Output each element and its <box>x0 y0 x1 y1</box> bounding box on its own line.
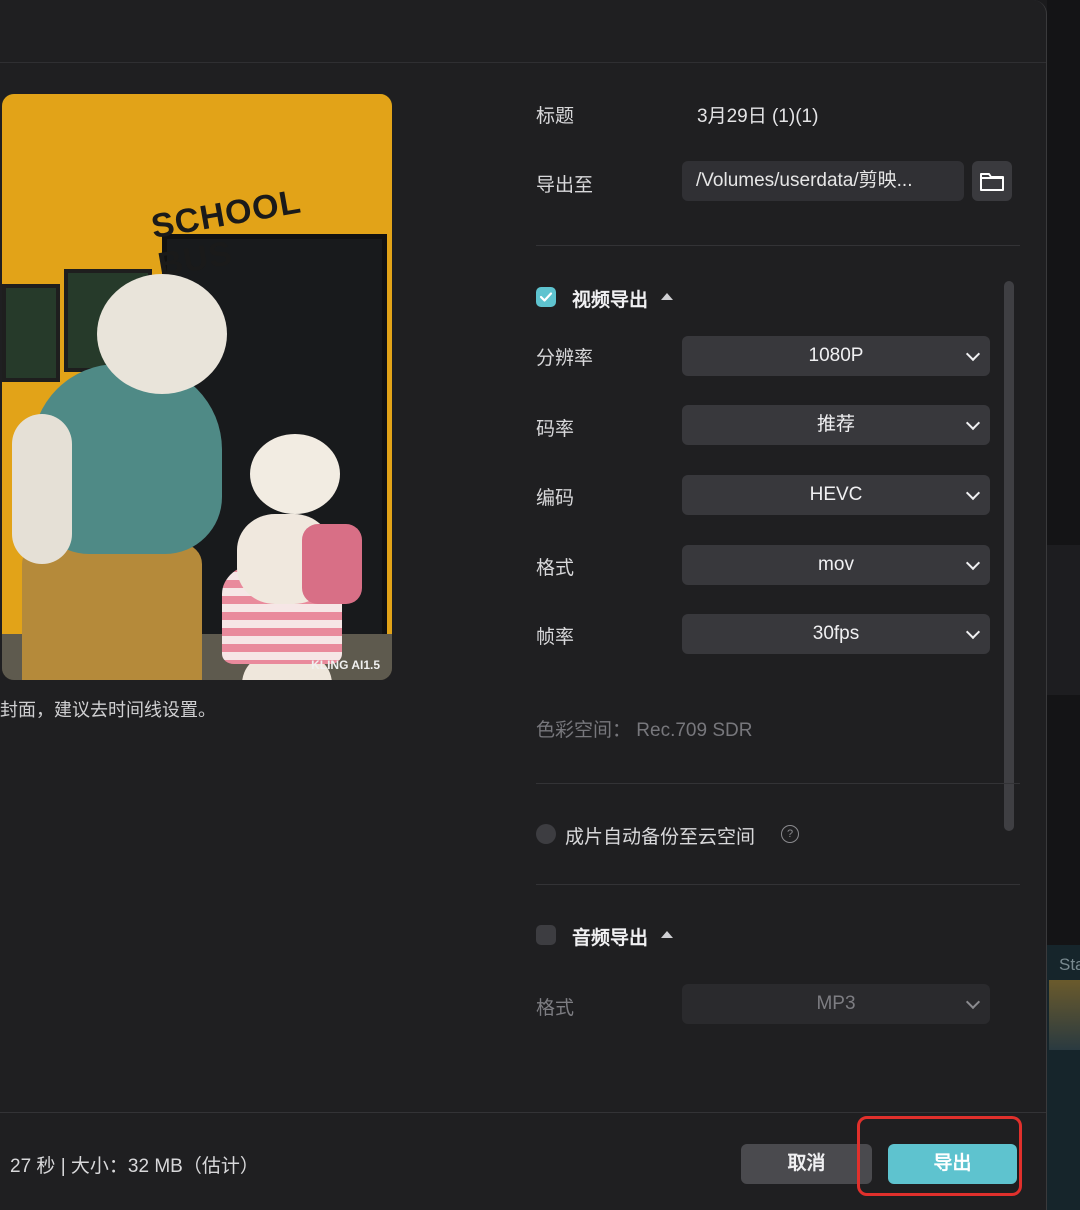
collapse-up-icon[interactable] <box>661 293 673 300</box>
background-app: Sta <box>1047 0 1080 1210</box>
cloud-backup-checkbox[interactable] <box>536 824 556 844</box>
preview-bus-window <box>2 284 60 382</box>
cloud-backup-label[interactable]: 成片自动备份至云空间 <box>565 822 755 849</box>
section-divider <box>536 245 1020 246</box>
resolution-label: 分辨率 <box>536 348 594 369</box>
title-label: 标题 <box>536 106 575 127</box>
framerate-select[interactable]: 30fps <box>682 614 990 654</box>
cover-note: 封面，建议去时间线设置。 <box>0 700 216 720</box>
preview-watermark: KLING AI1.5 <box>311 658 380 672</box>
codec-value: HEVC <box>809 484 863 505</box>
framerate-label: 帧率 <box>536 627 575 648</box>
export-highlight-box <box>857 1116 1022 1196</box>
bitrate-value: 推荐 <box>816 414 855 435</box>
export-path-field[interactable]: /Volumes/userdata/剪映... <box>682 161 964 201</box>
background-panel <box>1047 545 1080 695</box>
color-space-info: 色彩空间： Rec.709 SDR <box>536 720 753 741</box>
chevron-down-icon <box>965 555 981 571</box>
video-export-title[interactable]: 视频导出 <box>572 285 648 312</box>
chevron-down-icon <box>965 485 981 501</box>
cover-preview: SCHOOL BUS KLING AI1.5 <box>2 94 392 680</box>
audio-export-title[interactable]: 音频导出 <box>572 923 648 950</box>
audio-format-value: MP3 <box>816 993 856 1014</box>
section-divider <box>536 884 1020 885</box>
chevron-down-icon <box>965 415 981 431</box>
bitrate-select[interactable]: 推荐 <box>682 405 990 445</box>
format-value: mov <box>818 554 854 575</box>
title-value[interactable]: 3月29日 (1)(1) <box>697 101 818 128</box>
preview-big-cat-head <box>97 274 227 394</box>
resolution-select[interactable]: 1080P <box>682 336 990 376</box>
framerate-value: 30fps <box>812 623 860 644</box>
browse-folder-button[interactable] <box>972 161 1012 201</box>
help-icon[interactable]: ? <box>781 825 799 843</box>
format-select[interactable]: mov <box>682 545 990 585</box>
audio-format-select[interactable]: MP3 <box>682 984 990 1024</box>
settings-scrollbar[interactable] <box>1004 281 1014 831</box>
bitrate-label: 码率 <box>536 419 575 440</box>
background-partial-text: Sta <box>1059 955 1080 974</box>
preview-big-cat-arm <box>12 414 72 564</box>
export-info: 27 秒 | 大小：32 MB（估计） <box>10 1156 259 1177</box>
export-to-label: 导出至 <box>536 175 594 196</box>
video-export-checkbox[interactable] <box>536 287 556 307</box>
preview-backpack <box>302 524 362 604</box>
audio-format-label: 格式 <box>536 998 575 1019</box>
footer-divider <box>0 1112 1046 1113</box>
check-icon <box>539 292 553 302</box>
chevron-down-icon <box>965 624 981 640</box>
export-dialog: SCHOOL BUS KLING AI1.5 封面，建议去时间线设置。 标题 3… <box>0 0 1047 1210</box>
audio-export-checkbox[interactable] <box>536 925 556 945</box>
chevron-down-icon <box>965 346 981 362</box>
background-thumbnail <box>1049 980 1080 1050</box>
preview-small-cat-head <box>250 434 340 514</box>
chevron-down-icon <box>965 994 981 1010</box>
format-label: 格式 <box>536 558 575 579</box>
section-divider <box>536 783 1020 784</box>
folder-icon <box>980 173 1004 191</box>
preview-big-cat-legs <box>22 544 202 680</box>
header-divider <box>0 62 1046 63</box>
codec-select[interactable]: HEVC <box>682 475 990 515</box>
codec-label: 编码 <box>536 488 575 509</box>
resolution-value: 1080P <box>808 345 864 366</box>
cancel-button[interactable]: 取消 <box>741 1144 872 1184</box>
collapse-up-icon[interactable] <box>661 931 673 938</box>
